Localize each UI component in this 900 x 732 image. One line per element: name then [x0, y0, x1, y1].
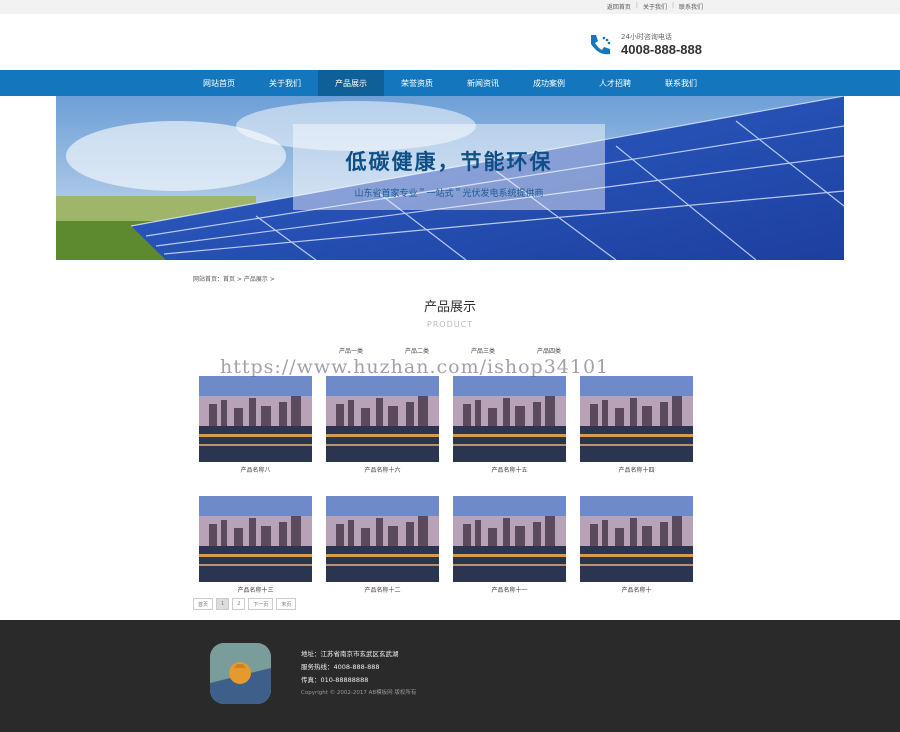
hero-banner: 低碳健康，节能环保 山东省首家专业＂一站式＂光伏发电系统提供商	[56, 96, 844, 260]
pager-page-2[interactable]: 2	[232, 598, 246, 610]
product-image[interactable]	[580, 496, 693, 582]
phone-icon	[591, 35, 611, 55]
product-image[interactable]	[453, 376, 566, 462]
product-name[interactable]: 产品名称十	[580, 585, 693, 594]
pager-first[interactable]: 首页	[193, 598, 214, 610]
top-bar: 返回首页 | 关于我们 | 联系我们	[0, 0, 900, 14]
footer: 地址：江苏省南京市玄武区玄武湖 服务热线：4008-888-888 传真：010…	[0, 620, 900, 732]
hotline: 24小时咨询电话 4008-888-888	[587, 32, 702, 58]
category-tab-2[interactable]: 产品二类	[384, 346, 450, 355]
product-card[interactable]: 产品名称十二	[326, 496, 439, 594]
banner-caption: 低碳健康，节能环保 山东省首家专业＂一站式＂光伏发电系统提供商	[293, 124, 605, 210]
top-link-contact[interactable]: 联系我们	[679, 2, 703, 11]
nav-item-jobs[interactable]: 人才招聘	[582, 70, 648, 96]
product-name[interactable]: 产品名称十五	[453, 465, 566, 474]
footer-address: 地址：江苏省南京市玄武区玄武湖	[301, 650, 399, 658]
footer-info: 地址：江苏省南京市玄武区玄武湖 服务热线：4008-888-888 传真：010…	[301, 648, 416, 700]
pager-last[interactable]: 末页	[276, 598, 297, 610]
category-tab-1[interactable]: 产品一类	[318, 346, 384, 355]
footer-copyright: Copyright © 2002-2017 AB模板网 版权所有	[301, 690, 417, 696]
category-tabs: 产品一类 产品二类 产品三类 产品四类	[0, 346, 900, 355]
product-image[interactable]	[580, 376, 693, 462]
page-title: 产品展示	[423, 300, 476, 315]
nav-item-products[interactable]: 产品展示	[318, 70, 384, 96]
banner-title: 低碳健康，节能环保	[345, 149, 553, 174]
pager-next[interactable]: 下一页	[248, 598, 274, 610]
product-name[interactable]: 产品名称十六	[326, 465, 439, 474]
product-name[interactable]: 产品名称十三	[199, 585, 312, 594]
footer-fax: 传真：010-88888888	[301, 676, 369, 684]
nav-item-about[interactable]: 关于我们	[252, 70, 318, 96]
product-image[interactable]	[326, 496, 439, 582]
top-link-about[interactable]: 关于我们	[643, 2, 667, 11]
product-name[interactable]: 产品名称八	[199, 465, 312, 474]
nav-item-contact[interactable]: 联系我们	[648, 70, 714, 96]
product-card[interactable]: 产品名称十三	[199, 496, 312, 594]
product-image[interactable]	[453, 496, 566, 582]
product-card[interactable]: 产品名称十五	[453, 376, 566, 474]
pagination: 首页 1 2 下一页 末页	[193, 598, 297, 610]
pager-page-1[interactable]: 1	[216, 598, 230, 610]
hotline-number: 4008-888-888	[621, 42, 702, 57]
product-card[interactable]: 产品名称十一	[453, 496, 566, 594]
separator: |	[635, 2, 638, 9]
category-tab-3[interactable]: 产品三类	[450, 346, 516, 355]
nav-item-honors[interactable]: 荣誉资质	[384, 70, 450, 96]
product-image[interactable]	[199, 496, 312, 582]
product-image[interactable]	[326, 376, 439, 462]
product-card[interactable]: 产品名称十六	[326, 376, 439, 474]
breadcrumb: 网站首页：首页 > 产品展示 >	[193, 276, 275, 283]
product-card[interactable]: 产品名称八	[199, 376, 312, 474]
page-subtitle: PRODUCT	[426, 320, 474, 329]
product-image[interactable]	[199, 376, 312, 462]
top-link-home[interactable]: 返回首页	[607, 2, 631, 11]
nav-item-home[interactable]: 网站首页	[186, 70, 252, 96]
top-links: 返回首页 | 关于我们 | 联系我们	[607, 2, 703, 11]
category-tab-4[interactable]: 产品四类	[516, 346, 582, 355]
product-grid: 产品名称八 产品名称十六 产品名称十五 产品名称十四 产品名称十三 产品名称十二…	[199, 376, 693, 594]
watermark-text: https://www.huzhan.com/ishop34101	[220, 356, 610, 378]
header: 24小时咨询电话 4008-888-888	[0, 14, 900, 70]
product-name[interactable]: 产品名称十一	[453, 585, 566, 594]
product-name[interactable]: 产品名称十四	[580, 465, 693, 474]
product-name[interactable]: 产品名称十二	[326, 585, 439, 594]
footer-phone: 服务热线：4008-888-888	[301, 663, 380, 671]
hotline-label: 24小时咨询电话	[621, 33, 672, 41]
product-card[interactable]: 产品名称十	[580, 496, 693, 594]
separator: |	[671, 2, 674, 9]
main-nav: 网站首页 关于我们 产品展示 荣誉资质 新闻资讯 成功案例 人才招聘 联系我们	[0, 70, 900, 96]
banner-subtitle: 山东省首家专业＂一站式＂光伏发电系统提供商	[354, 189, 544, 199]
nav-item-cases[interactable]: 成功案例	[516, 70, 582, 96]
product-card[interactable]: 产品名称十四	[580, 376, 693, 474]
footer-image	[210, 643, 271, 704]
nav-item-news[interactable]: 新闻资讯	[450, 70, 516, 96]
